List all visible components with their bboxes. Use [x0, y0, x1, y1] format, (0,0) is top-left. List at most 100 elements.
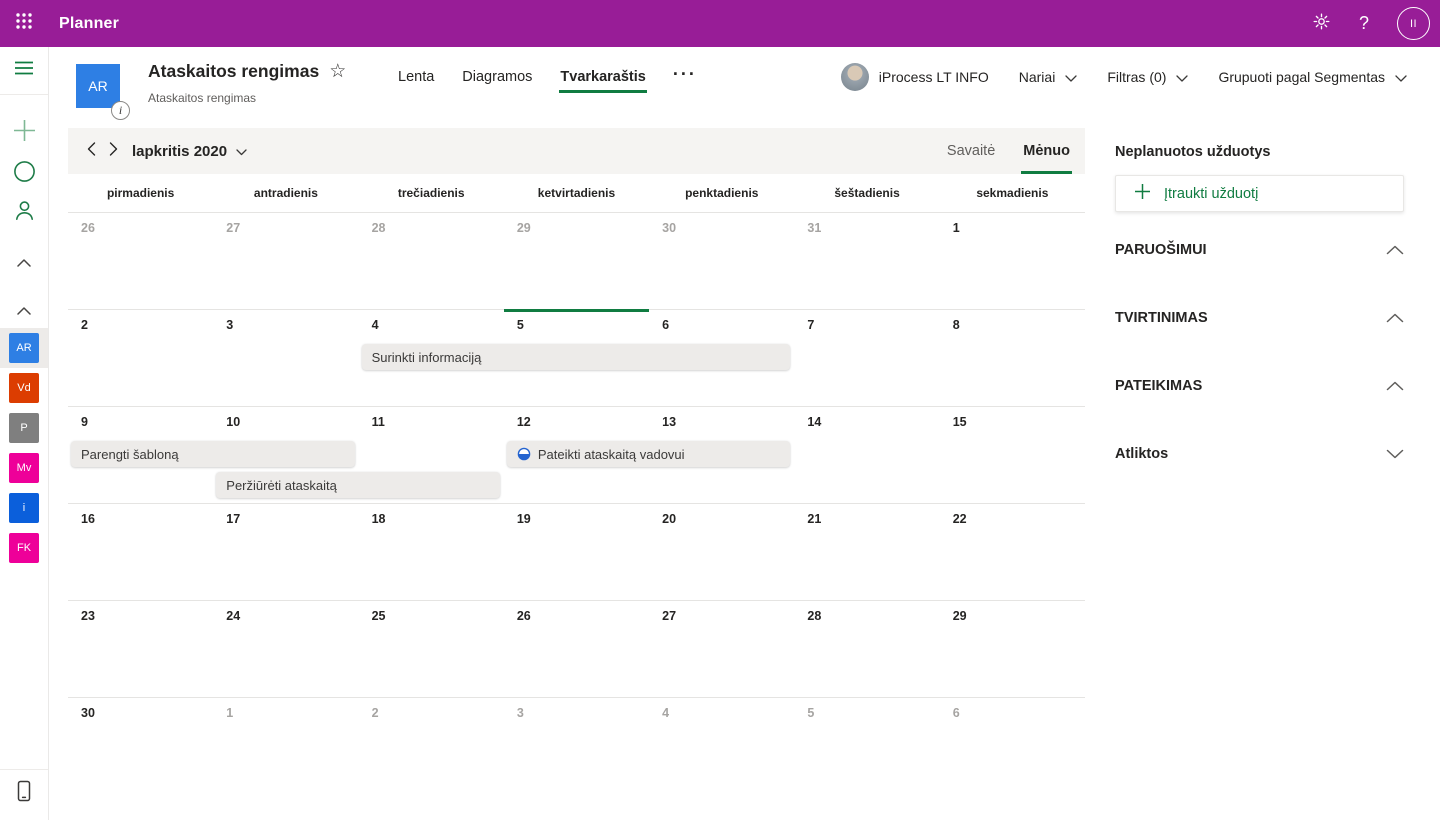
bucket-section[interactable]: Atliktos [1115, 446, 1404, 462]
day-number: 24 [226, 609, 241, 623]
rail-plan-item[interactable]: P [0, 408, 48, 448]
rail-plan-item[interactable]: AR [0, 328, 48, 368]
day-cell[interactable]: 24 [213, 601, 358, 697]
group-by-dropdown[interactable]: Grupuoti pagal Segmentas [1218, 69, 1407, 85]
day-number: 14 [807, 415, 822, 429]
filter-dropdown[interactable]: Filtras (0) [1107, 69, 1189, 85]
tab-diagramos[interactable]: Diagramos [461, 62, 533, 92]
rail-plan-item[interactable]: Mv [0, 448, 48, 488]
day-cell[interactable]: 3 [213, 310, 358, 406]
day-cell[interactable]: 3 [504, 698, 649, 820]
day-cell[interactable]: 28 [359, 213, 504, 309]
day-cell[interactable]: 27 [649, 601, 794, 697]
day-number: 13 [662, 415, 677, 429]
view-switch: Savaitė Mėnuo [946, 128, 1072, 174]
month-picker[interactable]: lapkritis 2020 [132, 143, 247, 160]
task-bar[interactable]: Peržiūrėti ataskaitą [216, 472, 500, 498]
day-cell[interactable]: 28 [794, 601, 939, 697]
plus-icon [12, 118, 37, 148]
user-avatar[interactable]: II [1397, 7, 1430, 40]
day-cell[interactable]: 22 [940, 504, 1085, 600]
day-cell[interactable]: 1 [940, 213, 1085, 309]
bucket-label: TVIRTINIMAS [1115, 310, 1208, 326]
tab-tvarkaraštis[interactable]: Tvarkaraštis [559, 62, 648, 93]
bucket-label: Atliktos [1115, 446, 1169, 462]
planner-hub-button[interactable] [0, 160, 48, 188]
day-number: 18 [371, 512, 386, 526]
day-cell[interactable]: 30 [649, 213, 794, 309]
app-launcher-button[interactable] [0, 0, 48, 47]
day-cell[interactable]: 27 [213, 213, 358, 309]
day-cell[interactable]: 29 [504, 213, 649, 309]
chevron-up-icon [17, 254, 31, 272]
previous-month-button[interactable] [80, 140, 102, 162]
plan-initials-tile: AR [9, 333, 39, 363]
day-cell[interactable]: 7 [794, 310, 939, 406]
weekday-label: antradienis [253, 186, 318, 200]
day-cell[interactable]: 23 [68, 601, 213, 697]
month-view-tab[interactable]: Mėnuo [1021, 128, 1072, 174]
task-bar[interactable]: Surinkti informaciją [361, 344, 791, 370]
collapse-recent-button[interactable] [0, 302, 48, 320]
day-cell[interactable]: 1 [213, 698, 358, 820]
favorite-star-icon[interactable]: ☆ [329, 62, 346, 81]
day-cell[interactable]: 25 [359, 601, 504, 697]
day-cell[interactable]: 5 [794, 698, 939, 820]
collapse-favorites-button[interactable] [0, 254, 48, 272]
bucket-section[interactable]: PARUOŠIMUI [1115, 242, 1404, 258]
info-icon[interactable]: i [111, 101, 130, 120]
help-button[interactable]: ? [1359, 13, 1369, 34]
rail-plan-item[interactable]: FK [0, 528, 48, 568]
day-cell[interactable]: 14 [794, 407, 939, 503]
rail-plan-item[interactable]: Vd [0, 368, 48, 408]
rail-plan-item[interactable]: i [0, 488, 48, 528]
day-cell[interactable]: 15 [940, 407, 1085, 503]
day-number: 29 [952, 609, 967, 623]
task-bar[interactable]: Pateikti ataskaitą vadovui [506, 441, 791, 467]
day-number: 6 [952, 706, 960, 720]
bucket-section[interactable]: TVIRTINIMAS [1115, 310, 1404, 326]
day-cell[interactable]: 2 [359, 698, 504, 820]
week-view-tab[interactable]: Savaitė [946, 128, 996, 174]
page-title: Ataskaitos rengimas [148, 61, 320, 81]
chevron-down-icon [1176, 69, 1189, 85]
tab-lenta[interactable]: Lenta [397, 62, 435, 92]
members-dropdown[interactable]: Nariai [1019, 69, 1078, 85]
day-cell[interactable]: 6 [940, 698, 1085, 820]
day-cell[interactable]: 19 [504, 504, 649, 600]
weekday-row: pirmadienis antradienis trečiadienis ketvir… [68, 174, 1085, 213]
day-cell[interactable]: 20 [649, 504, 794, 600]
my-tasks-button[interactable] [0, 199, 48, 227]
day-cell[interactable]: 18 [359, 504, 504, 600]
day-cell[interactable]: 29 [940, 601, 1085, 697]
more-options-button[interactable]: ··· [673, 64, 697, 91]
day-cell[interactable]: 16 [68, 504, 213, 600]
day-cell[interactable]: 31 [794, 213, 939, 309]
day-cell[interactable]: 2 [68, 310, 213, 406]
new-plan-button[interactable] [0, 118, 48, 148]
day-cell[interactable]: 17 [213, 504, 358, 600]
bucket-section[interactable]: PATEIKIMAS [1115, 378, 1404, 394]
day-cell[interactable]: 26 [68, 213, 213, 309]
rail-menu-button[interactable] [0, 47, 48, 95]
plan-header: AR i Ataskaitos rengimas ☆ Ataskaitos re… [49, 47, 1440, 128]
add-task-button[interactable]: Įtraukti užduotį [1115, 175, 1404, 212]
group-info[interactable]: iProcess LT INFO [840, 63, 989, 91]
day-number: 9 [81, 415, 88, 429]
next-month-button[interactable] [102, 140, 124, 162]
day-number: 2 [371, 706, 379, 720]
day-number: 29 [516, 221, 531, 235]
day-cell[interactable]: 8 [940, 310, 1085, 406]
day-cell[interactable]: 30 [68, 698, 213, 820]
weekday-label: pirmadienis [106, 186, 175, 200]
task-bar[interactable]: Parengti šabloną [71, 441, 355, 467]
weekday-label: sekmadienis [976, 186, 1049, 200]
get-mobile-app-button[interactable] [0, 780, 48, 807]
settings-button[interactable] [1312, 12, 1331, 36]
day-cell[interactable]: 26 [504, 601, 649, 697]
day-number: 4 [371, 318, 379, 332]
day-cell[interactable]: 4 [649, 698, 794, 820]
day-number: 22 [952, 512, 967, 526]
day-number: 28 [371, 221, 386, 235]
day-cell[interactable]: 21 [794, 504, 939, 600]
